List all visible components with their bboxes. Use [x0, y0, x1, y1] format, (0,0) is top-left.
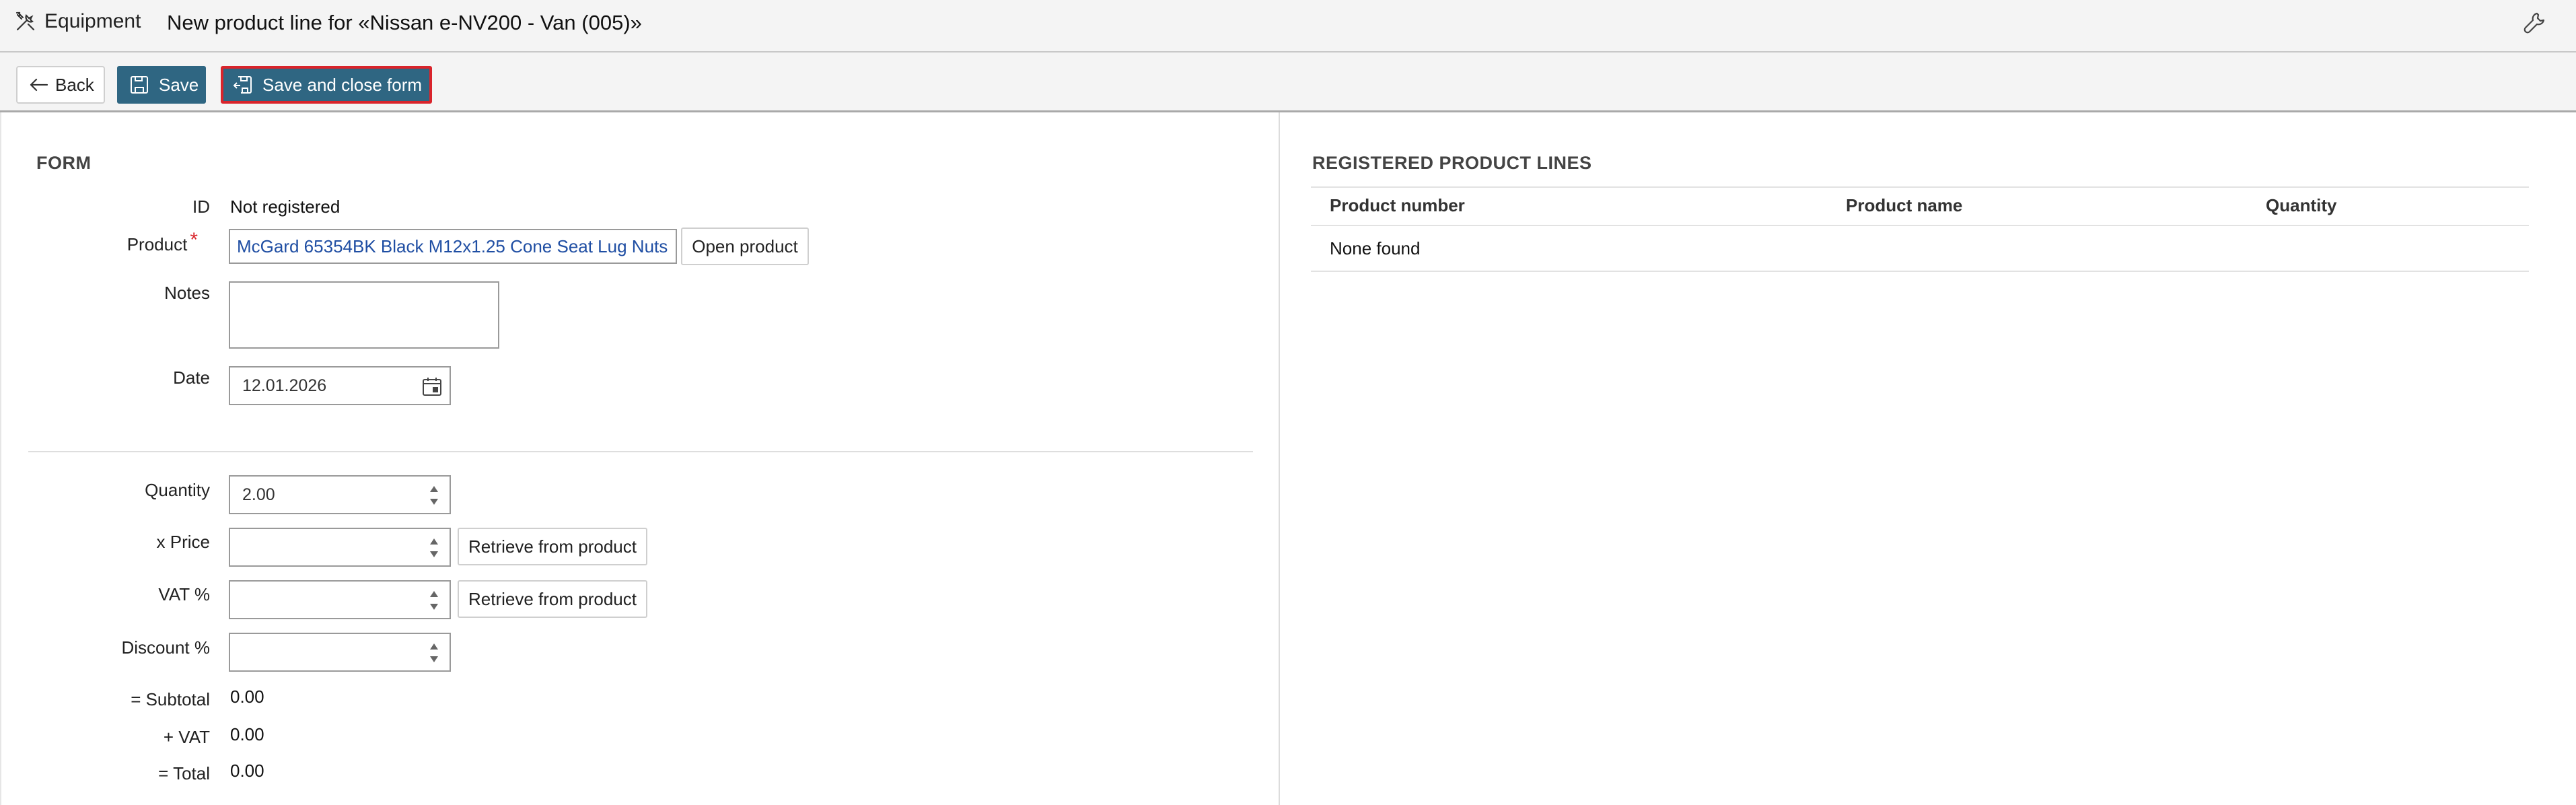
save-button[interactable]: Save [117, 66, 206, 104]
required-asterisk: * [190, 229, 198, 251]
spinner-icon[interactable] [428, 639, 440, 666]
vat-label: VAT % [158, 584, 210, 604]
arrow-left-icon [30, 78, 48, 92]
table-top-border [1311, 186, 2529, 188]
date-field[interactable]: 12.01.2026 [229, 366, 451, 405]
tools-icon [15, 11, 35, 31]
discount-input[interactable] [229, 633, 451, 672]
floppy-disk-close-icon [233, 76, 252, 94]
price-label: x Price [156, 532, 210, 552]
subtotal-label: = Subtotal [131, 689, 210, 709]
wrench-icon[interactable] [2522, 11, 2546, 35]
product-label: Product [127, 234, 188, 254]
id-value: Not registered [230, 197, 341, 217]
column-header-product-number[interactable]: Product number [1330, 195, 1465, 216]
retrieve-price-button[interactable]: Retrieve from product [458, 528, 647, 565]
notes-label: Notes [164, 283, 210, 303]
total-label: = Total [158, 763, 210, 783]
vat-amount-label: + VAT [163, 727, 210, 747]
notes-textarea[interactable] [229, 281, 499, 349]
vat-input[interactable] [229, 580, 451, 619]
registered-lines-panel [1279, 112, 2576, 805]
subtotal-value: 0.00 [230, 687, 264, 707]
total-value: 0.00 [230, 761, 264, 781]
column-header-product-name[interactable]: Product name [1846, 195, 1962, 216]
vat-amount-value: 0.00 [230, 724, 264, 744]
quantity-value: 2.00 [242, 485, 275, 504]
table-header-border [1311, 225, 2529, 226]
quantity-label: Quantity [145, 480, 210, 500]
product-label-wrap: Product * [16, 229, 198, 256]
title-bar: Equipment New product line for «Nissan e… [0, 0, 2576, 53]
spinner-icon[interactable] [428, 534, 440, 561]
product-field[interactable]: McGard 65354BK Black M12x1.25 Cone Seat … [229, 229, 677, 264]
date-value: 12.01.2026 [242, 376, 327, 395]
toolbar: Back Save Save and close form [0, 53, 2576, 112]
table-bottom-border [1311, 271, 2529, 272]
quantity-input[interactable]: 2.00 [229, 475, 451, 514]
date-label: Date [173, 368, 210, 388]
calendar-icon[interactable] [421, 376, 443, 397]
price-input[interactable] [229, 528, 451, 567]
floppy-disk-icon [131, 76, 148, 94]
retrieve-vat-button[interactable]: Retrieve from product [458, 580, 647, 618]
back-label: Back [55, 74, 94, 95]
discount-label: Discount % [121, 637, 211, 658]
spinner-icon[interactable] [428, 587, 440, 614]
save-and-close-label: Save and close form [262, 74, 423, 95]
open-product-button[interactable]: Open product [681, 228, 809, 265]
save-label: Save [159, 74, 199, 95]
form-divider [28, 451, 1253, 452]
empty-table-message: None found [1330, 238, 1421, 258]
save-and-close-button[interactable]: Save and close form [221, 66, 432, 104]
column-header-quantity[interactable]: Quantity [2266, 195, 2336, 216]
app-name: Equipment [44, 10, 141, 32]
registered-section-title: REGISTERED PRODUCT LINES [1312, 153, 1592, 173]
back-button[interactable]: Back [16, 66, 105, 104]
spinner-icon[interactable] [428, 482, 440, 509]
id-label: ID [192, 197, 210, 217]
form-section-title: FORM [36, 153, 92, 173]
page-title: New product line for «Nissan e-NV200 - V… [167, 11, 642, 34]
